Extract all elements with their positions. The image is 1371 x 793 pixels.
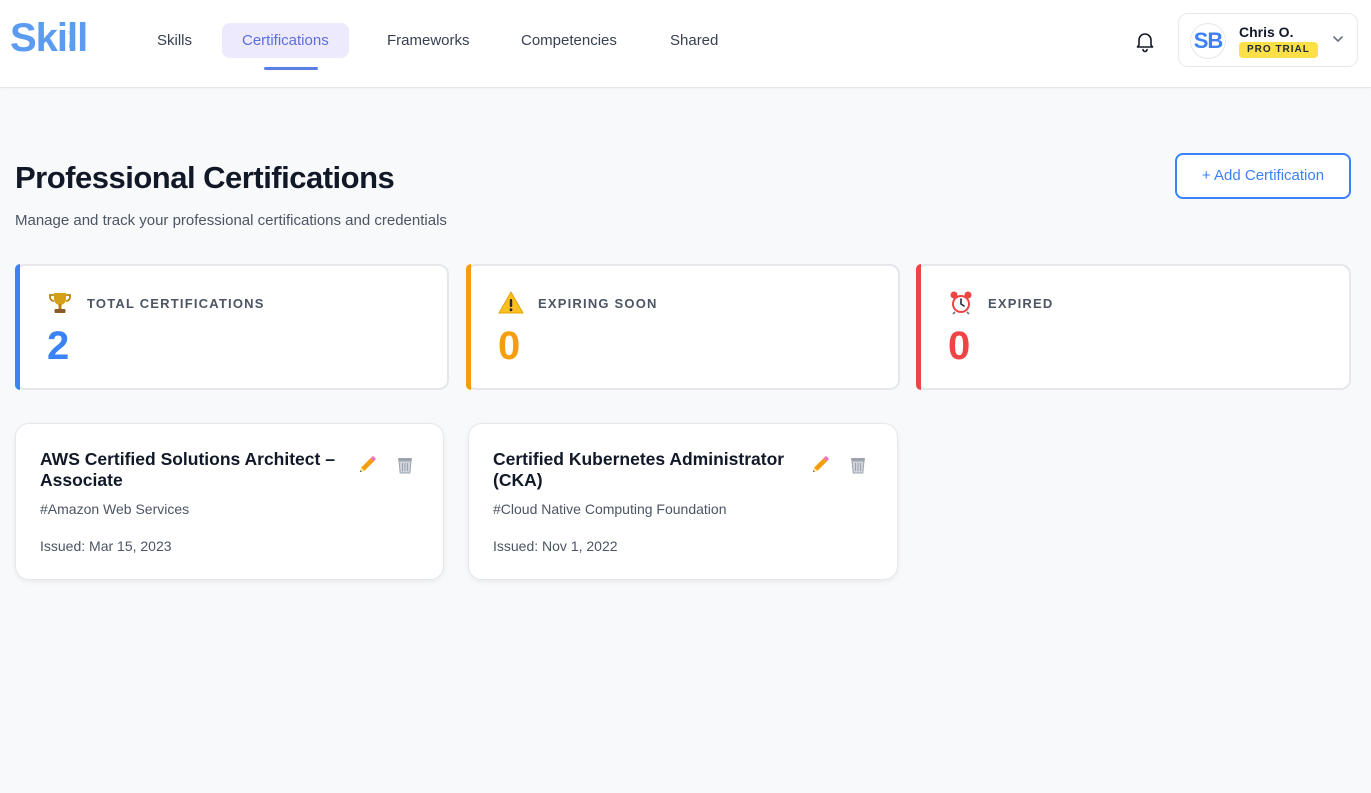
user-menu[interactable]: SB Chris O. PRO TRIAL: [1178, 13, 1358, 67]
nav-item-certifications[interactable]: Certifications: [222, 23, 349, 58]
trash-icon[interactable]: [394, 454, 416, 476]
nav-item-frameworks[interactable]: Frameworks: [367, 23, 490, 58]
stat-card-expiring: EXPIRING SOON 0: [466, 264, 900, 390]
certification-issued-date: Issued: Nov 1, 2022: [493, 538, 618, 554]
certification-issuer: #Amazon Web Services: [40, 501, 190, 517]
nav-item-skills[interactable]: Skills: [137, 23, 212, 58]
stat-card-total: TOTAL CERTIFICATIONS 2: [15, 264, 449, 390]
top-header: Skill Studio Skills Certifications Frame…: [0, 0, 1371, 88]
user-name: Chris O.: [1239, 24, 1294, 40]
add-certification-button[interactable]: + Add Certification: [1175, 153, 1351, 199]
nav-item-competencies[interactable]: Competencies: [501, 23, 637, 58]
trash-icon[interactable]: [847, 454, 869, 476]
stat-value: 0: [948, 324, 971, 368]
page-subtitle: Manage and track your professional certi…: [15, 212, 447, 229]
stat-label: TOTAL CERTIFICATIONS: [87, 296, 265, 311]
plan-badge: PRO TRIAL: [1239, 42, 1318, 58]
warning-icon: [498, 290, 524, 316]
certification-issuer: #Cloud Native Computing Foundation: [493, 501, 727, 517]
stat-label: EXPIRED: [988, 296, 1054, 311]
stat-accent-bar: [466, 264, 471, 390]
stat-value: 0: [498, 324, 521, 368]
stat-accent-bar: [15, 264, 20, 390]
bell-icon[interactable]: [1133, 29, 1157, 53]
avatar: SB: [1190, 23, 1226, 59]
alarm-clock-icon: [948, 290, 974, 316]
nav-item-shared[interactable]: Shared: [650, 23, 738, 58]
logo-subtext: Studio: [68, 26, 76, 49]
certification-card[interactable]: Certified Kubernetes Administrator (CKA)…: [468, 423, 898, 580]
chevron-down-icon: [1331, 32, 1345, 46]
certification-title: Certified Kubernetes Administrator (CKA): [493, 449, 785, 490]
edit-pencil-icon[interactable]: [809, 454, 831, 476]
active-nav-indicator: [264, 67, 318, 70]
certification-issued-date: Issued: Mar 15, 2023: [40, 538, 172, 554]
certification-title: AWS Certified Solutions Architect – Asso…: [40, 449, 335, 490]
page-title: Professional Certifications: [15, 160, 395, 195]
stat-label: EXPIRING SOON: [538, 296, 658, 311]
edit-pencil-icon[interactable]: [356, 454, 378, 476]
stat-accent-bar: [916, 264, 921, 390]
certification-card[interactable]: AWS Certified Solutions Architect – Asso…: [15, 423, 444, 580]
trophy-icon: [47, 290, 73, 316]
stat-card-expired: EXPIRED 0: [916, 264, 1351, 390]
logo[interactable]: Skill Studio: [10, 18, 102, 58]
stat-value: 2: [47, 324, 70, 368]
